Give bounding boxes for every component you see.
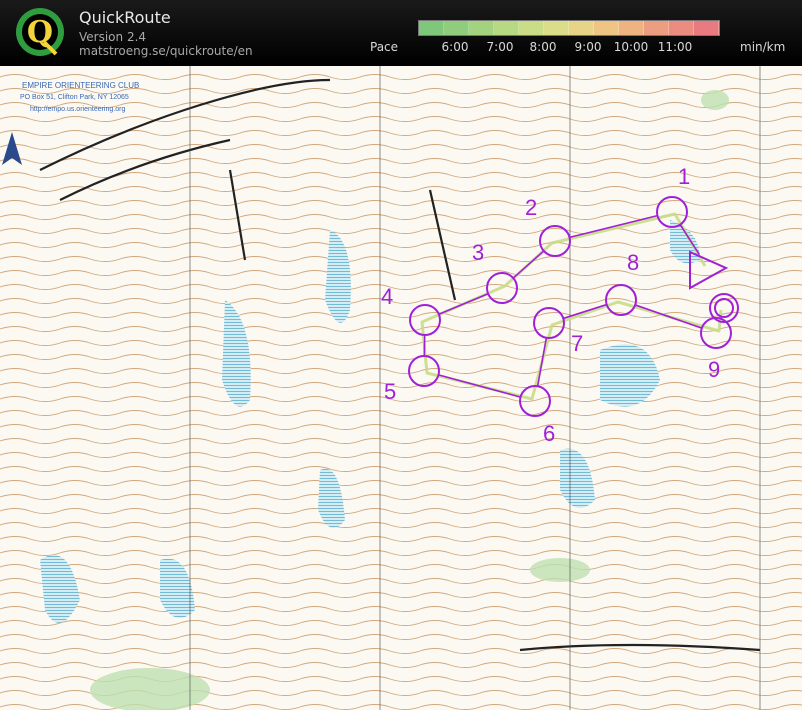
pace-tick: 7:00	[486, 40, 514, 54]
map-canvas[interactable]	[0, 66, 802, 710]
control-number: 6	[543, 421, 556, 446]
pace-color-segment	[694, 21, 719, 35]
contour-lines	[0, 66, 802, 710]
pace-color-segment	[519, 21, 544, 35]
pace-color-segment	[494, 21, 519, 35]
pace-tick: 8:00	[529, 40, 557, 54]
club-address: PO Box 51, Clifton Park, NY 12065	[20, 94, 129, 101]
pace-color-segment	[619, 21, 644, 35]
control-number: 8	[627, 250, 640, 275]
control-number: 7	[571, 331, 584, 356]
pace-color-segment	[594, 21, 619, 35]
pace-tick: 6:00	[441, 40, 469, 54]
pace-color-segment	[469, 21, 494, 35]
pace-color-scale	[418, 20, 720, 36]
control-number: 4	[381, 284, 394, 309]
pace-color-segment	[444, 21, 469, 35]
pace-color-segment	[544, 21, 569, 35]
orienteering-map[interactable]: EMPIRE ORIENTEERING CLUB PO Box 51, Clif…	[0, 66, 802, 710]
app-header: Q QuickRoute Version 2.4 matstroeng.se/q…	[0, 0, 802, 64]
pace-color-segment	[669, 21, 694, 35]
control-number: 2	[525, 195, 538, 220]
pace-color-segment	[644, 21, 669, 35]
control-number: 9	[708, 357, 721, 382]
pace-legend-label: Pace	[370, 40, 399, 54]
app-title: QuickRoute	[79, 8, 171, 27]
control-number: 3	[472, 240, 485, 265]
pace-tick: 9:00	[574, 40, 602, 54]
pace-color-segment	[419, 21, 444, 35]
pace-unit-label: min/km	[740, 40, 786, 54]
pace-color-segment	[569, 21, 594, 35]
quickroute-logo-icon: Q	[16, 8, 64, 56]
club-name: EMPIRE ORIENTEERING CLUB	[22, 81, 140, 90]
app-url[interactable]: matstroeng.se/quickroute/en	[79, 44, 253, 58]
club-url[interactable]: http://empo.us.orienteering.org	[30, 106, 125, 113]
pace-tick: 10:00	[613, 40, 649, 54]
control-number: 5	[384, 379, 397, 404]
pace-tick: 11:00	[657, 40, 693, 54]
control-number: 1	[678, 164, 691, 189]
app-version: Version 2.4	[79, 30, 147, 44]
